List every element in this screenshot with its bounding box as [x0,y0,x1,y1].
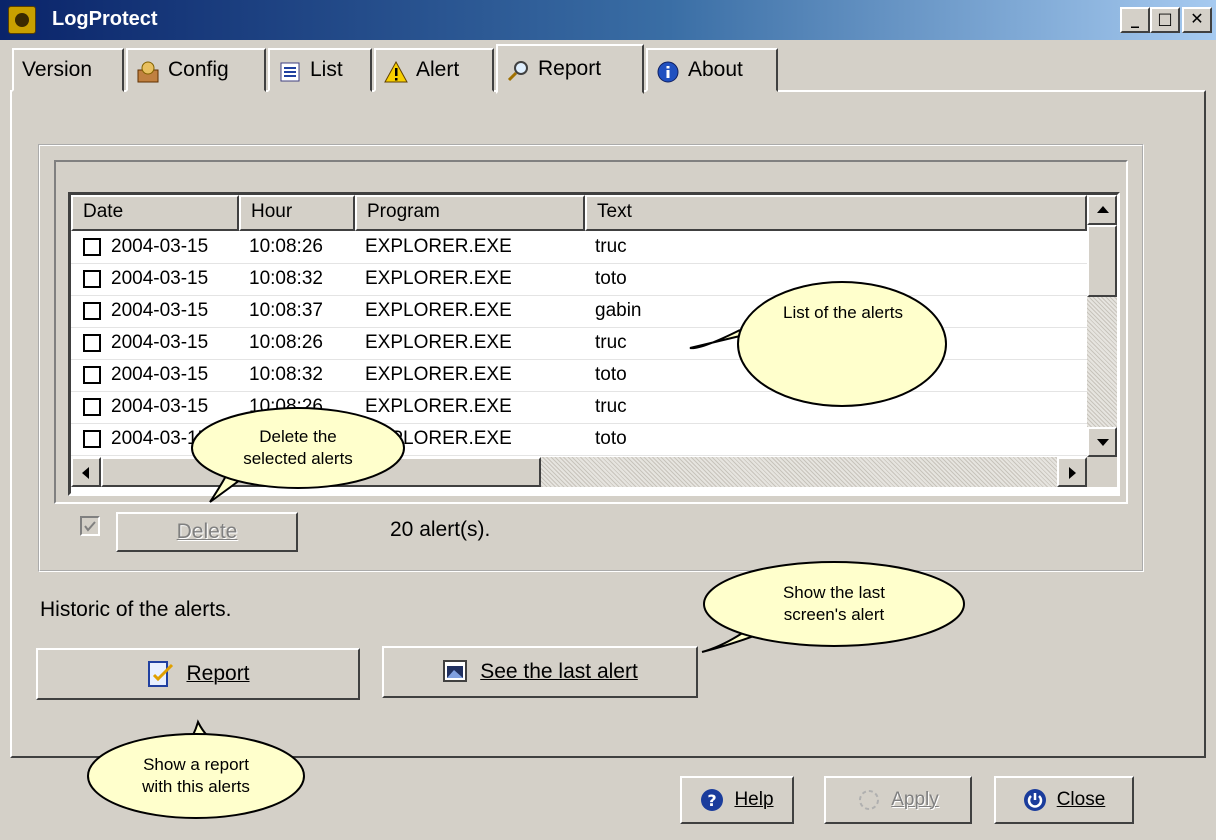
callout-delete-line1: Delete the [259,427,337,446]
callout-delete-text: Delete the selected alerts [200,426,396,470]
callout-delete-line2: selected alerts [243,449,353,468]
tab-report[interactable]: Report [496,44,644,94]
callout-list-text: List of the alerts [782,303,903,322]
magnifier-icon [506,57,530,82]
callout-tail-list [689,329,741,350]
callout-list-bubble [737,281,947,407]
callout-lastalert-text: Show the last screen's alert [720,582,948,626]
tab-label: Report [538,57,602,80]
callout-report-text: Show a report with this alerts [96,754,296,798]
callout-lastalert-line2: screen's alert [783,605,885,624]
callout-lastalert-line1: Show the last [782,583,886,602]
callout-report-line1: Show a report [143,755,249,774]
callouts-layer [87,281,965,819]
callout-report-line2: with this alerts [142,777,250,796]
